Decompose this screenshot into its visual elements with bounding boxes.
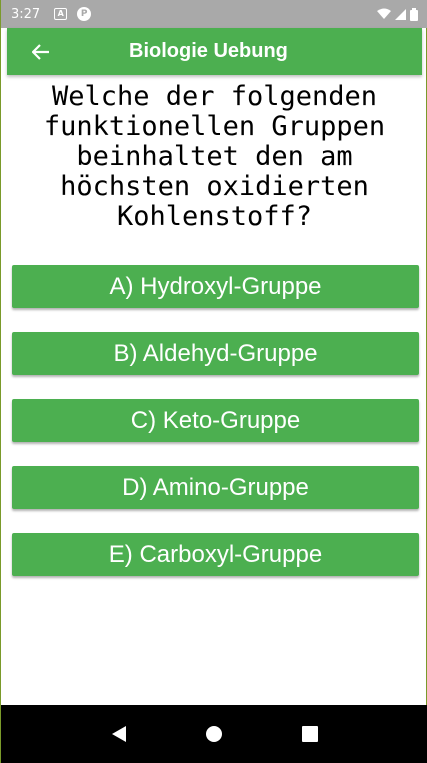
answer-b-button[interactable]: B) Aldehyd-Gruppe (12, 332, 419, 375)
status-time: 3:27 (11, 6, 41, 22)
battery-icon (410, 7, 418, 21)
app-title: Biologie Uebung (129, 40, 288, 62)
notification-p-icon: P (77, 7, 92, 21)
answer-d-button[interactable]: D) Amino-Gruppe (12, 466, 419, 509)
status-indicators (377, 7, 418, 21)
answer-e-button[interactable]: E) Carboxyl-Gruppe (12, 533, 419, 576)
navigation-bar (1, 705, 427, 763)
wifi-icon (377, 8, 391, 19)
answer-a-button[interactable]: A) Hydroxyl-Gruppe (12, 265, 419, 308)
app-bar: Biologie Uebung (7, 28, 422, 75)
nav-recents-icon[interactable] (290, 714, 330, 754)
back-arrow-icon[interactable] (21, 28, 61, 75)
answer-c-button[interactable]: C) Keto-Gruppe (12, 399, 419, 442)
app-screen: 3:27 A P Biologie Uebung Welche der folg… (0, 0, 427, 763)
notification-a-icon: A (54, 8, 68, 20)
nav-back-icon[interactable] (99, 714, 139, 754)
question-text: Welche der folgenden funktionellen Grupp… (43, 81, 386, 232)
status-bar: 3:27 A P (1, 0, 427, 28)
answer-list: A) Hydroxyl-Gruppe B) Aldehyd-Gruppe C) … (12, 265, 419, 600)
signal-icon (395, 9, 406, 20)
nav-home-icon[interactable] (194, 714, 234, 754)
